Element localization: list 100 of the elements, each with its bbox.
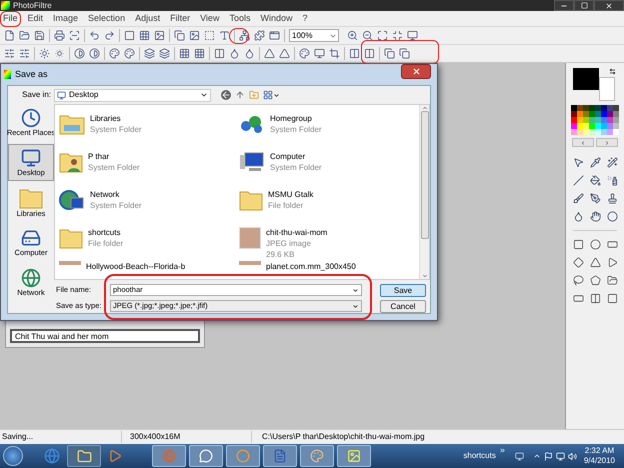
shrink-icon[interactable]: [392, 30, 403, 41]
rounded-rectangle-icon[interactable]: [606, 239, 618, 250]
paint-bucket-icon[interactable]: [590, 175, 600, 186]
zoom-in-icon[interactable]: [347, 30, 358, 41]
copy-icon[interactable]: [384, 48, 395, 59]
square-icon[interactable]: [606, 293, 618, 304]
crop-icon[interactable]: [329, 48, 340, 59]
color-swatch[interactable]: [613, 123, 619, 129]
grid-icon[interactable]: [194, 48, 205, 59]
folder-taskbar-button[interactable]: [67, 445, 101, 467]
image-icon[interactable]: [189, 30, 200, 41]
columns-icon[interactable]: [349, 48, 360, 59]
color-swatch[interactable]: [595, 105, 601, 111]
stamp-icon[interactable]: [606, 193, 618, 204]
columns-icon[interactable]: [214, 48, 225, 59]
folder-entry[interactable]: Homegroup System Folder: [239, 109, 419, 147]
menu-item[interactable]: File: [3, 12, 18, 26]
color-swatch[interactable]: [613, 129, 619, 135]
lasso-icon[interactable]: [572, 275, 584, 286]
color-swatch[interactable]: [583, 129, 589, 135]
rectangle-icon[interactable]: [572, 293, 584, 304]
color-swatch[interactable]: [595, 111, 601, 117]
droplet-icon[interactable]: [244, 48, 255, 59]
color-swatch[interactable]: [601, 123, 607, 129]
monitor-icon[interactable]: [407, 30, 418, 41]
new-file-icon[interactable]: [4, 30, 15, 41]
window-icon[interactable]: [269, 30, 280, 41]
brush-icon[interactable]: [572, 193, 584, 204]
start-button[interactable]: [3, 446, 23, 466]
dashed-square-icon[interactable]: [204, 30, 215, 41]
background-color-swatch[interactable]: [599, 77, 615, 101]
taskbar-button[interactable]: [263, 445, 297, 467]
circle-icon[interactable]: [606, 211, 618, 222]
palette-icon[interactable]: [299, 48, 310, 59]
taskbar-button[interactable]: [337, 445, 371, 467]
pointer-icon[interactable]: [572, 157, 584, 168]
dropdown-icon[interactable]: [273, 92, 280, 98]
color-swatch[interactable]: [589, 117, 595, 123]
color-swatch[interactable]: [571, 129, 577, 135]
menu-item[interactable]: Edit: [28, 12, 44, 26]
folder-entry[interactable]: Computer System Folder: [239, 147, 419, 185]
color-swatch[interactable]: [577, 111, 583, 117]
columns-icon[interactable]: [590, 293, 600, 304]
polygon-icon[interactable]: [590, 275, 600, 286]
folder-entry[interactable]: MSMU Gtalk File folder: [239, 185, 419, 223]
close-button[interactable]: [594, 0, 624, 11]
color-swatch[interactable]: [589, 123, 595, 129]
fit-icon[interactable]: [377, 30, 388, 41]
clock[interactable]: 2:32 AM 9/4/2010: [584, 446, 615, 466]
folder-entry[interactable]: Libraries System Folder: [59, 109, 239, 147]
color-swatch[interactable]: [607, 117, 613, 123]
color-swatch[interactable]: [607, 129, 613, 135]
copy-icon[interactable]: [174, 30, 185, 41]
image-icon[interactable]: [154, 30, 165, 41]
taskbar-button[interactable]: [189, 445, 223, 467]
folder-entry[interactable]: P thar System Folder: [59, 147, 239, 185]
swap-colors-icon[interactable]: [609, 68, 616, 75]
media-player-icon[interactable]: [108, 449, 122, 463]
dialog-button[interactable]: Cancel: [380, 300, 426, 313]
grid-icon[interactable]: [139, 30, 150, 41]
line-icon[interactable]: [572, 175, 584, 186]
contrast-icon[interactable]: [89, 48, 100, 59]
scroll-thumb[interactable]: [420, 111, 428, 239]
color-swatch[interactable]: [577, 129, 583, 135]
color-swatch[interactable]: [577, 117, 583, 123]
dialog-button[interactable]: Save: [380, 284, 426, 297]
scroll-up-icon[interactable]: [422, 105, 428, 111]
folder-entry[interactable]: Network System Folder: [59, 185, 239, 223]
color-swatch[interactable]: [571, 117, 577, 123]
color-icon[interactable]: [124, 48, 135, 59]
browser-icon[interactable]: [44, 448, 60, 464]
maximize-button[interactable]: [574, 0, 594, 11]
scanner-icon[interactable]: [69, 30, 80, 41]
back-icon[interactable]: [221, 90, 231, 100]
image-file-entry[interactable]: Hollywood-Beach--Florida-b: [59, 261, 239, 275]
triangle-icon[interactable]: [279, 48, 290, 59]
color-swatch[interactable]: [571, 105, 577, 111]
brightness-icon[interactable]: [39, 48, 50, 59]
color-swatch[interactable]: [613, 111, 619, 117]
layers-icon[interactable]: [144, 48, 155, 59]
color-swatch[interactable]: [607, 105, 613, 111]
color-swatch[interactable]: [589, 129, 595, 135]
color-swatch[interactable]: [607, 111, 613, 117]
tray-icon[interactable]: [514, 452, 524, 460]
levels-icon[interactable]: [19, 48, 30, 59]
color-swatch[interactable]: [601, 117, 607, 123]
color-swatch[interactable]: [613, 117, 619, 123]
menu-item[interactable]: Filter: [170, 12, 190, 26]
levels-icon[interactable]: [4, 48, 15, 59]
color-icon[interactable]: [109, 48, 120, 59]
color-swatch[interactable]: [589, 105, 595, 111]
color-swatch[interactable]: [589, 111, 595, 117]
close-button[interactable]: [401, 64, 431, 79]
save-in-dropdown[interactable]: Desktop: [54, 88, 211, 102]
menu-item[interactable]: View: [200, 12, 220, 26]
menu-item[interactable]: ?: [302, 12, 308, 26]
menu-item[interactable]: Window: [260, 12, 292, 26]
color-swatch[interactable]: [613, 105, 619, 111]
flag-icon[interactable]: [544, 452, 553, 460]
color-swatch[interactable]: [601, 105, 607, 111]
